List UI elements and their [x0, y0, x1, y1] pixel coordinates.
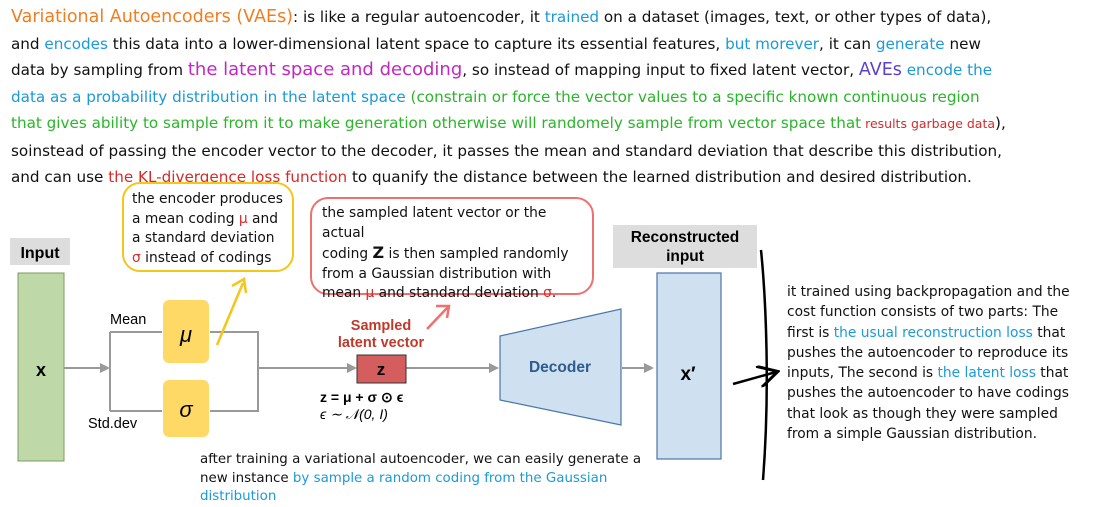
yellow-pointer-head [231, 276, 248, 294]
sampling-note-text: and standard deviation [374, 285, 544, 301]
sigma-inline: σ [132, 249, 141, 266]
intro-probability: data as a probability distribution in th… [11, 87, 406, 106]
sampling-note-text: coding [322, 246, 373, 262]
intro-aves: AVEs [858, 60, 902, 80]
encoder-note-text: instead of codings [140, 249, 272, 266]
z-box [356, 354, 407, 384]
intro-but-morever: but morever [725, 34, 820, 53]
sigma-inline: σ [543, 285, 552, 301]
z-label: z [377, 360, 386, 379]
mu-box [163, 300, 209, 363]
vae-title: Variational Autoencoders (VAEs) [11, 7, 294, 27]
intro-line-2: and encodes this data into a lower-dimen… [8, 31, 1092, 58]
input-label: Input [20, 245, 60, 262]
intro-constrain: constrain or force the vector values to … [416, 87, 980, 106]
intro-text: data by sampling from [11, 61, 188, 79]
sampling-note-line: coding Z is then sampled randomly [322, 243, 582, 265]
reconstruction-loss: the usual reconstruction loss [833, 324, 1033, 341]
mu-symbol: μ [179, 322, 192, 347]
encoder-branches [109, 331, 162, 412]
intro-text: : is like a regular autoencoder, it [293, 8, 545, 26]
intro-text: on a dataset (images, text, or other typ… [599, 8, 992, 26]
input-label-box [10, 238, 70, 265]
std-label: Std.dev [88, 416, 138, 432]
encoder-note-text: a mean coding [132, 210, 239, 227]
intro-text: new [944, 34, 981, 53]
intro-text: instead of passing the encoder vector to… [28, 141, 1002, 160]
loss-bracket-curve [759, 249, 769, 481]
intro-gives: that gives ability to sample from it to … [11, 114, 862, 132]
intro-latent-space: the latent space and decoding [187, 59, 463, 80]
input-x-label: x [36, 360, 46, 380]
mu-inline: μ [238, 210, 248, 227]
intro-text: ), [995, 114, 1006, 132]
output-xprime-label: x′ [680, 364, 696, 385]
loss-arrow [732, 372, 776, 384]
sampled-label-2: latent vector [338, 335, 425, 351]
intro-text: and can use [11, 168, 109, 186]
recon-label-box [613, 225, 757, 268]
mu-inline: μ [365, 285, 375, 301]
intro-generate: generate [875, 34, 945, 53]
intro-encode: encode the [901, 61, 993, 79]
intro-line-5: that gives ability to sample from it to … [8, 110, 1092, 138]
pink-pointer [426, 306, 449, 330]
z-inline: Z [372, 243, 385, 262]
intro-text: this data into a lower-dimensional laten… [107, 34, 726, 53]
intro-text: , so instead of mapping input to fixed l… [462, 61, 859, 79]
sampling-note-text: mean [322, 285, 366, 301]
yellow-pointer [215, 282, 245, 346]
decoder-label: Decoder [529, 359, 591, 376]
equation-epsilon: ϵ ∼ 𝒩(0, I) [320, 406, 388, 422]
intro-text: ( [405, 87, 417, 106]
output-xprime-box [656, 272, 722, 460]
sampling-note-text: . [551, 285, 557, 301]
intro-text: to quanify the distance between the lear… [347, 168, 972, 186]
intro-line-1: Variational Autoencoders (VAEs): is like… [8, 4, 1092, 31]
sampled-label-1: Sampled [351, 318, 411, 334]
sampling-note-line: from a Gaussian distribution with [322, 265, 552, 282]
sampling-note-line: mean μ and standard deviation σ. [322, 284, 582, 304]
loss-note: it trained using backpropagation and the… [787, 282, 1087, 444]
intro-garbage: results garbage data [861, 116, 996, 131]
encoder-note-line: a mean coding μ and [132, 210, 284, 230]
equation-z: z = μ + σ ⊙ ϵ [320, 389, 404, 405]
merge-lines [210, 331, 259, 412]
mean-label: Mean [110, 312, 146, 328]
encoder-note-line: a standard deviation [132, 230, 275, 246]
sampling-note-text: is then sampled randomly [384, 246, 569, 262]
intro-paragraph: Variational Autoencoders (VAEs): is like… [8, 4, 1092, 191]
intro-line-4: data as a probability distribution in th… [8, 84, 1092, 111]
recon-label-1: Reconstructed [631, 229, 740, 246]
intro-encodes: encodes [44, 34, 108, 53]
pink-pointer-head [436, 304, 451, 319]
intro-text: , it can [819, 34, 876, 53]
encoder-note-text: and [247, 210, 278, 227]
latent-loss: the latent loss [937, 365, 1036, 382]
intro-text: and [11, 34, 45, 53]
sampling-note-line: the sampled latent vector or the actual [322, 205, 547, 241]
intro-line-6: soinstead of passing the encoder vector … [8, 138, 1092, 165]
sigma-symbol: σ [179, 397, 193, 422]
decoder-shape [499, 308, 622, 426]
encoder-note-line: σ instead of codings [132, 249, 284, 269]
generation-note: after training a variational autoencoder… [200, 451, 670, 507]
intro-trained: trained [544, 8, 600, 26]
intro-line-3: data by sampling from the latent space a… [8, 57, 1092, 84]
input-x-box [17, 272, 65, 462]
sigma-box [163, 380, 209, 437]
encoder-note: the encoder produces a mean coding μ and… [122, 182, 294, 272]
sampling-note: the sampled latent vector or the actual … [310, 197, 594, 301]
intro-so: so [11, 141, 29, 160]
encoder-note-line: the encoder produces [132, 191, 283, 207]
recon-label-2: input [666, 248, 704, 265]
